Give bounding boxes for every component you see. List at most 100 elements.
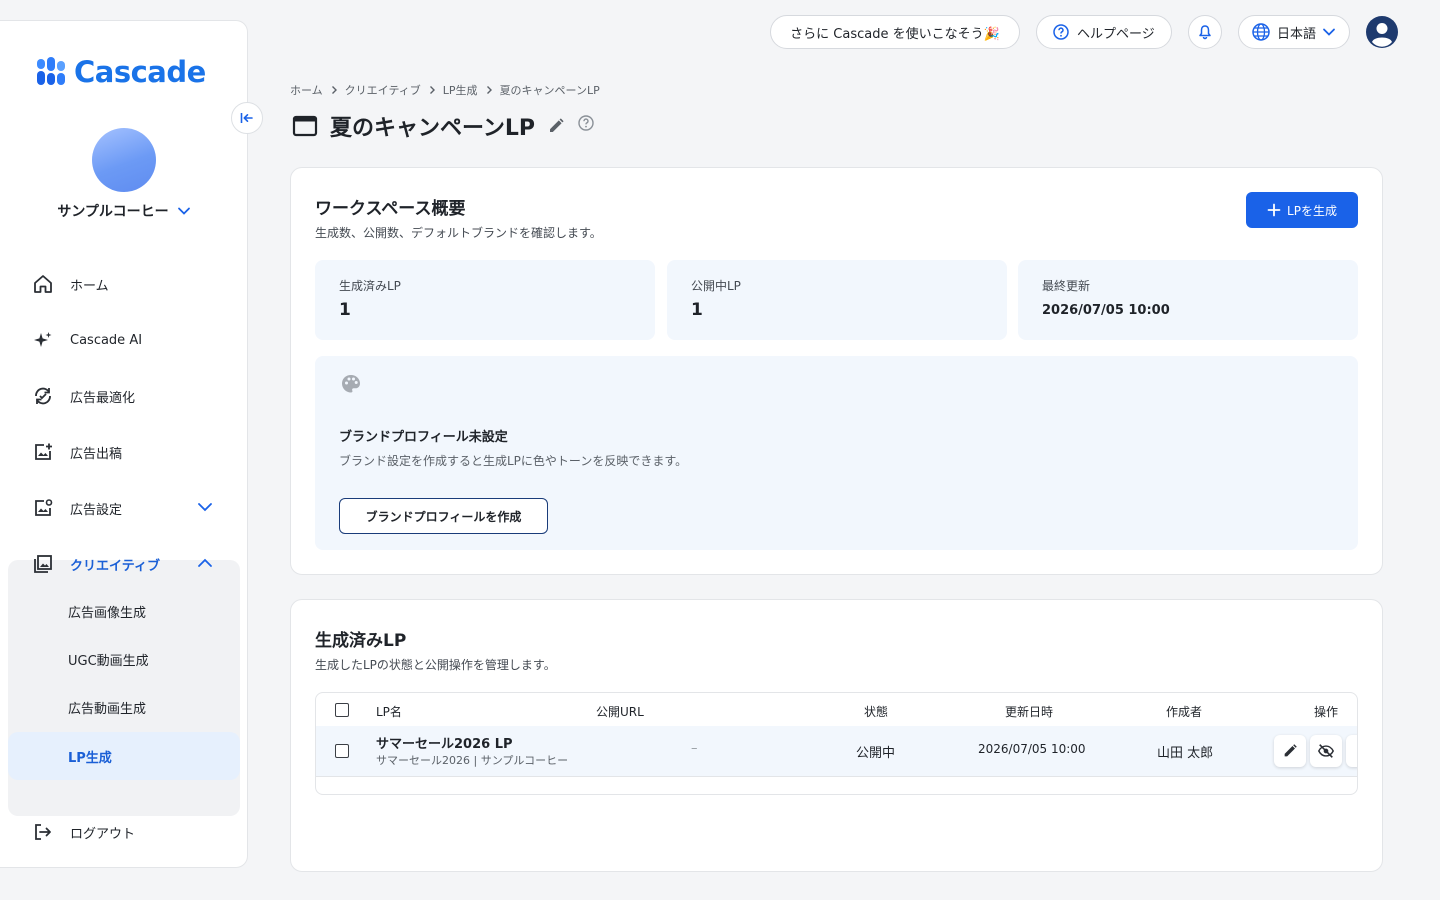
help-page-button[interactable]: ヘルプページ [1036,15,1172,49]
nav-ad-optimization-label: 広告最適化 [70,390,136,406]
stat-value: 1 [691,300,703,320]
stat-label: 公開中LP [691,279,741,293]
chevron-down-icon [1323,28,1335,36]
image-settings-icon [32,497,54,519]
lp-list-description: 生成したLPの状態と公開操作を管理します。 [315,658,556,672]
photo-library-icon [32,553,54,575]
nav-home-label: ホーム [70,278,109,294]
lp-updated-at: 2026/07/05 10:00 [978,742,1086,756]
org-name: サンプルコーヒー [57,204,169,220]
lp-status: 公開中 [856,746,896,761]
breadcrumb-creative[interactable]: クリエイティブ [345,82,421,98]
nav-ad-image-generation[interactable]: 広告画像生成 [8,588,240,634]
user-account-button[interactable] [1366,16,1398,48]
lp-author: 山田 太郎 [1157,746,1214,761]
stat-label: 最終更新 [1042,279,1091,293]
logout-button[interactable]: ログアウト [8,810,240,854]
logo-text: Cascade [74,55,206,89]
lp-subtitle: サマーセール2026 | サンプルコーヒー [376,754,569,767]
cascade-logo[interactable]: Cascade [36,55,206,89]
stat-value: 2026/07/05 10:00 [1042,303,1170,318]
nav-ad-video-generation[interactable]: 広告動画生成 [8,684,240,730]
workspace-overview-card: ワークスペース概要 生成数、公開数、デフォルトブランドを確認します。 LPを生成… [290,167,1383,575]
column-header-author[interactable]: 作成者 [1166,703,1202,720]
breadcrumb: ホーム クリエイティブ LP生成 夏のキャンペーンLP [290,82,600,98]
create-brand-profile-button[interactable]: ブランドプロフィールを作成 [339,498,548,534]
nav-ad-image-generation-label: 広告画像生成 [68,605,147,621]
nav-cascade-ai[interactable]: Cascade AI [8,318,240,362]
more-actions-button[interactable] [1346,735,1357,767]
page-header: 夏のキャンペーンLP [292,110,595,142]
table-row[interactable]: サマーセール2026 LP サマーセール2026 | サンプルコーヒー – 公開… [316,726,1357,777]
globe-icon [1252,23,1270,41]
nav-ugc-video-generation[interactable]: UGC動画生成 [8,636,240,682]
select-all-checkbox[interactable] [335,703,349,717]
nav-lp-generation[interactable]: LP生成 [8,732,240,780]
stat-published-lp: 公開中LP 1 [667,260,1007,340]
org-switcher[interactable]: サンプルコーヒー [0,201,248,221]
edit-pencil-icon[interactable] [547,117,565,135]
collapse-sidebar-button[interactable] [231,102,263,134]
chevron-right-icon [331,86,337,94]
create-brand-profile-label: ブランドプロフィールを作成 [365,509,522,524]
promo-button[interactable]: さらに Cascade を使いこなそう🎉 [770,15,1020,49]
generated-lp-card: 生成済みLP 生成したLPの状態と公開操作を管理します。 LP名 公開URL 状… [290,599,1383,872]
page-title: 夏のキャンペーンLP [330,116,536,141]
lp-table: LP名 公開URL 状態 更新日時 作成者 操作 サマーセール2026 LP サ… [315,692,1358,795]
nav-ad-settings-label: 広告設定 [70,502,123,518]
collapse-left-icon [240,113,253,123]
overview-title: ワークスペース概要 [315,199,466,219]
sidebar: Cascade サンプルコーヒー ホーム Cascade AI 広告最適化 広告… [0,20,263,868]
stat-generated-lp: 生成済みLP 1 [315,260,655,340]
palette-icon [342,375,360,393]
create-lp-button[interactable]: LPを生成 [1246,192,1358,228]
nav-creative-label: クリエイティブ [70,558,160,574]
overview-description: 生成数、公開数、デフォルトブランドを確認します。 [315,226,602,240]
nav-ad-settings[interactable]: 広告設定 [8,486,240,530]
brand-profile-panel: ブランドプロフィール未設定 ブランド設定を作成すると生成LPに色やトーンを反映で… [315,356,1358,550]
nav-cascade-ai-label: Cascade AI [70,332,143,348]
account-circle-icon [1366,16,1398,48]
chevron-down-icon [198,503,212,512]
org-avatar [92,128,156,192]
nav-ad-optimization[interactable]: 広告最適化 [8,374,240,418]
edit-lp-button[interactable] [1274,735,1306,767]
notifications-button[interactable] [1188,15,1222,49]
breadcrumb-lp-generation[interactable]: LP生成 [443,82,478,98]
sync-check-icon [32,385,54,407]
plus-icon [1267,203,1281,217]
stat-label: 生成済みLP [339,279,401,293]
brand-profile-title: ブランドプロフィール未設定 [339,430,508,445]
lp-list-title: 生成済みLP [315,631,407,651]
edit-pencil-icon [1284,744,1297,757]
stat-value: 1 [339,300,351,320]
visibility-off-icon [1317,744,1335,758]
image-add-icon [32,441,54,463]
chevron-right-icon [429,86,435,94]
unpublish-lp-button[interactable] [1310,735,1342,767]
nav-creative[interactable]: クリエイティブ [8,542,240,586]
row-checkbox[interactable] [335,744,349,758]
help-icon [1053,24,1069,40]
help-outline-icon[interactable] [577,114,595,132]
sparkle-icon [32,329,54,351]
column-header-name[interactable]: LP名 [376,703,402,720]
home-icon [32,273,54,295]
column-header-url[interactable]: 公開URL [596,703,644,720]
lp-name[interactable]: サマーセール2026 LP [376,733,513,752]
breadcrumb-home[interactable]: ホーム [290,82,323,98]
logout-icon [32,821,54,843]
chevron-down-icon [177,207,190,215]
column-header-actions: 操作 [1314,705,1339,719]
column-header-updated[interactable]: 更新日時 [1005,703,1053,720]
nav-home[interactable]: ホーム [8,262,240,306]
language-selector[interactable]: 日本語 [1238,15,1350,49]
brand-profile-description: ブランド設定を作成すると生成LPに色やトーンを反映できます。 [339,454,688,468]
stat-last-updated: 最終更新 2026/07/05 10:00 [1018,260,1358,340]
web-page-icon [292,115,318,137]
create-lp-label: LPを生成 [1287,203,1337,218]
nav-ad-publish[interactable]: 広告出稿 [8,430,240,474]
lp-public-url: – [691,741,698,756]
language-label: 日本語 [1277,26,1317,42]
column-header-status[interactable]: 状態 [864,703,888,720]
